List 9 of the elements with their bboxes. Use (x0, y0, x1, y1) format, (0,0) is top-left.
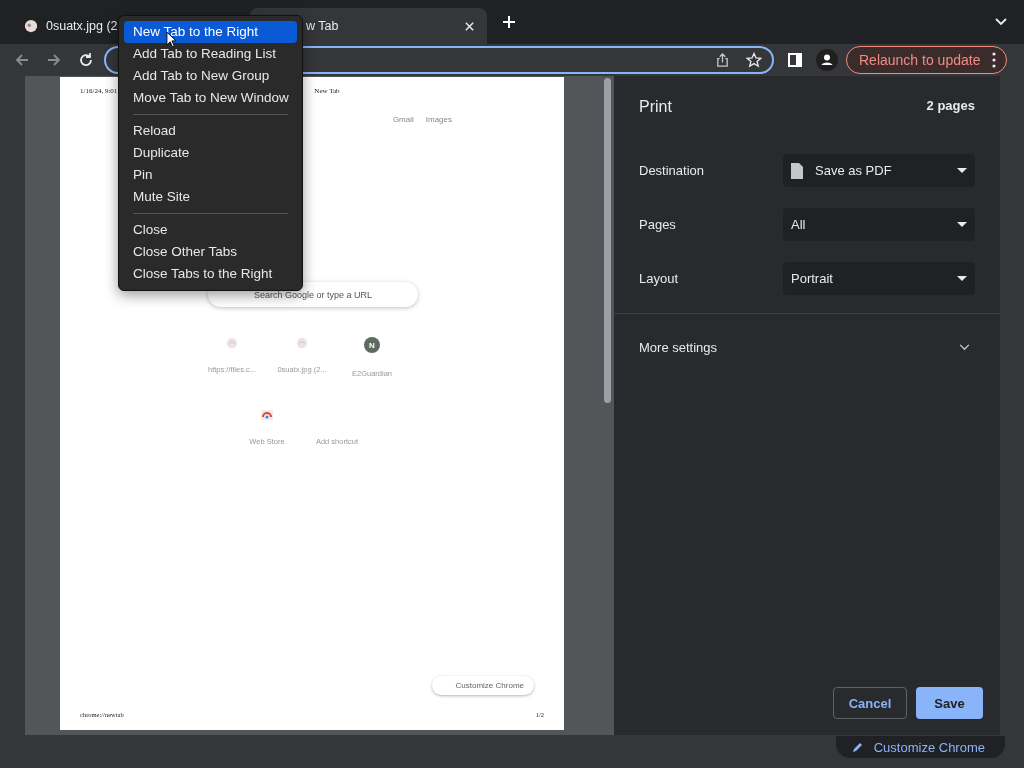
tab-title: w Tab (305, 19, 340, 33)
letter-avatar: N (364, 337, 380, 353)
setting-label: Layout (639, 271, 679, 286)
customize-pill: Customize Chrome (431, 676, 534, 695)
setting-label: Pages (639, 217, 676, 232)
page-count: 2 pages (926, 98, 975, 115)
setting-label: Destination (639, 163, 705, 178)
tab-title: 0suatx.jpg (2 (46, 19, 118, 33)
dialog-title: Print (639, 98, 672, 116)
